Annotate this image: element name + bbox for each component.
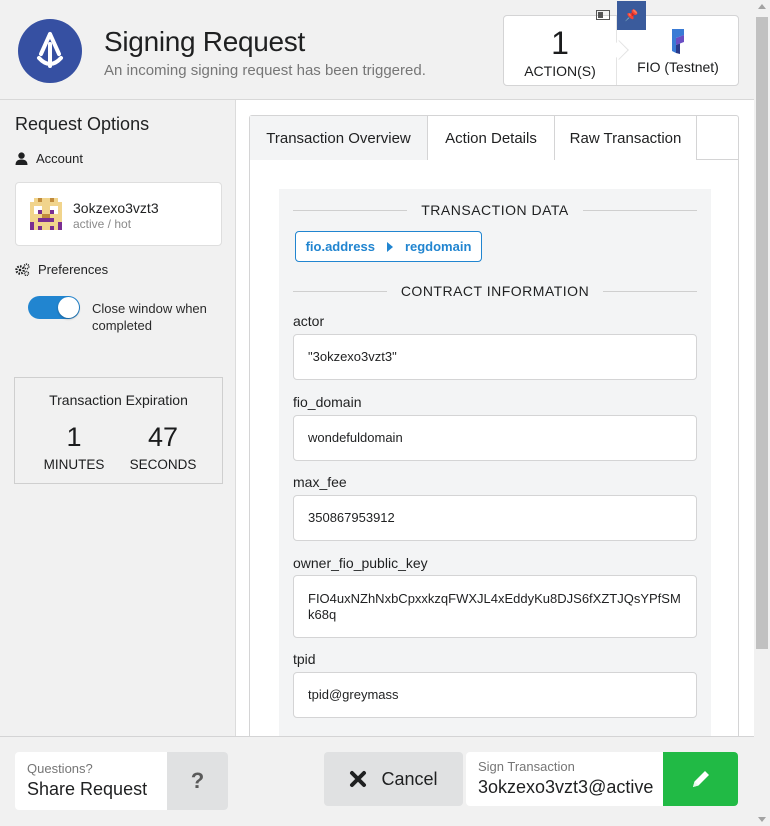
- account-heading: Account: [15, 151, 83, 166]
- field-label-tpid: tpid: [293, 651, 316, 667]
- page-title: Signing Request: [104, 26, 305, 57]
- action-count-label: ACTION(S): [524, 63, 596, 79]
- transaction-data-heading-text: TRANSACTION DATA: [421, 202, 569, 218]
- close-window-toggle[interactable]: [28, 296, 80, 319]
- expiration-title: Transaction Expiration: [49, 392, 188, 408]
- transaction-expiration: Transaction Expiration 1 MINUTES 47 SECO…: [14, 377, 223, 484]
- main-content: Transaction Overview Action Details Raw …: [236, 100, 754, 789]
- field-label-actor: actor: [293, 313, 325, 329]
- contract-information-heading: CONTRACT INFORMATION: [293, 282, 697, 300]
- field-value-max-fee: 350867953912: [293, 495, 697, 541]
- cancel-button[interactable]: Cancel: [324, 752, 463, 806]
- cancel-label: Cancel: [381, 768, 438, 789]
- action-count: 1 ACTION(S): [504, 16, 616, 85]
- expiration-minutes: 1 MINUTES: [34, 422, 114, 472]
- field-label-max-fee: max_fee: [293, 474, 347, 490]
- sidebar-title: Request Options: [15, 114, 150, 134]
- transaction-data-heading: TRANSACTION DATA: [293, 201, 697, 219]
- account-selector[interactable]: 3okzexo3vzt3 active / hot: [15, 182, 222, 246]
- close-icon: [350, 771, 367, 787]
- account-permission: active / hot: [73, 217, 132, 231]
- sign-transaction-panel: Sign Transaction 3okzexo3vzt3@active: [466, 752, 738, 806]
- tab-action-details[interactable]: Action Details: [428, 116, 555, 160]
- contract-action-label: fio.address regdomain: [295, 231, 482, 262]
- field-value-actor: "3okzexo3vzt3": [293, 334, 697, 380]
- request-options-sidebar: Request Options Account 3okzexo3vzt3 act…: [0, 100, 236, 736]
- label-pointer: [656, 772, 663, 786]
- scroll-down-arrow-icon[interactable]: [758, 817, 766, 822]
- field-value-owner-fio-public-key: FIO4uxNZhNxbCpxxkzqFWXJL4xEddyKu8DJS6fXZ…: [293, 575, 697, 638]
- tab-bar: Transaction Overview Action Details Raw …: [250, 116, 738, 160]
- window-mode-icon[interactable]: [596, 10, 610, 20]
- scrollbar-thumb[interactable]: [756, 17, 768, 649]
- field-value-fio-domain: wondefuldomain: [293, 415, 697, 461]
- fio-chain-icon: [672, 29, 684, 54]
- share-request-button[interactable]: Questions? Share Request ?: [15, 752, 228, 810]
- action-count-number: 1: [551, 25, 569, 61]
- sign-transaction-label: Sign Transaction: [478, 759, 575, 774]
- pencil-icon: [692, 771, 709, 787]
- preferences-heading-label: Preferences: [38, 262, 109, 277]
- pin-icon[interactable]: 📌: [617, 1, 646, 30]
- tab-panel: Transaction Overview Action Details Raw …: [249, 115, 739, 789]
- header: Signing Request An incoming signing requ…: [0, 0, 754, 100]
- account-name: 3okzexo3vzt3: [73, 200, 159, 216]
- caret-right-icon: [386, 241, 393, 252]
- sign-transaction-button[interactable]: [663, 752, 738, 806]
- page-subtitle: An incoming signing request has been tri…: [104, 62, 426, 79]
- field-label-owner-fio-public-key: owner_fio_public_key: [293, 555, 428, 571]
- anchor-logo: [18, 19, 82, 83]
- seconds-label: SECONDS: [129, 457, 197, 472]
- user-icon: [15, 152, 28, 165]
- scroll-up-arrow-icon[interactable]: [758, 4, 766, 9]
- field-value-tpid: tpid@greymass: [293, 672, 697, 718]
- seconds-value: 47: [147, 422, 179, 452]
- avatar: [30, 198, 62, 230]
- field-label-fio-domain: fio_domain: [293, 394, 362, 410]
- chain-name: FIO (Testnet): [637, 59, 719, 75]
- sign-account: 3okzexo3vzt3@active: [478, 777, 654, 797]
- label-pointer: [160, 774, 167, 788]
- tab-transaction-overview[interactable]: Transaction Overview: [250, 116, 428, 160]
- minutes-label: MINUTES: [43, 457, 105, 472]
- toggle-knob: [58, 297, 79, 318]
- expiration-seconds: 47 SECONDS: [123, 422, 203, 472]
- question-icon[interactable]: ?: [167, 752, 228, 810]
- contract-information-heading-text: CONTRACT INFORMATION: [400, 283, 590, 299]
- anchor-icon: [37, 32, 63, 68]
- share-request-label: Share Request: [27, 779, 148, 799]
- minutes-value: 1: [66, 422, 82, 452]
- cogs-icon: [15, 263, 30, 276]
- scrollbar[interactable]: [754, 0, 770, 826]
- preferences-heading: Preferences: [15, 262, 108, 277]
- account-heading-label: Account: [36, 151, 83, 166]
- share-request-hint: Questions?: [27, 761, 93, 776]
- transaction-data-section: TRANSACTION DATA fio.address regdomain C…: [279, 189, 711, 789]
- contract-name: fio.address: [305, 239, 375, 254]
- action-name: regdomain: [404, 239, 472, 254]
- close-window-label: Close window when completed: [92, 301, 207, 333]
- footer: Questions? Share Request ? Cancel Sign T…: [0, 736, 754, 826]
- tab-raw-transaction[interactable]: Raw Transaction: [555, 116, 697, 160]
